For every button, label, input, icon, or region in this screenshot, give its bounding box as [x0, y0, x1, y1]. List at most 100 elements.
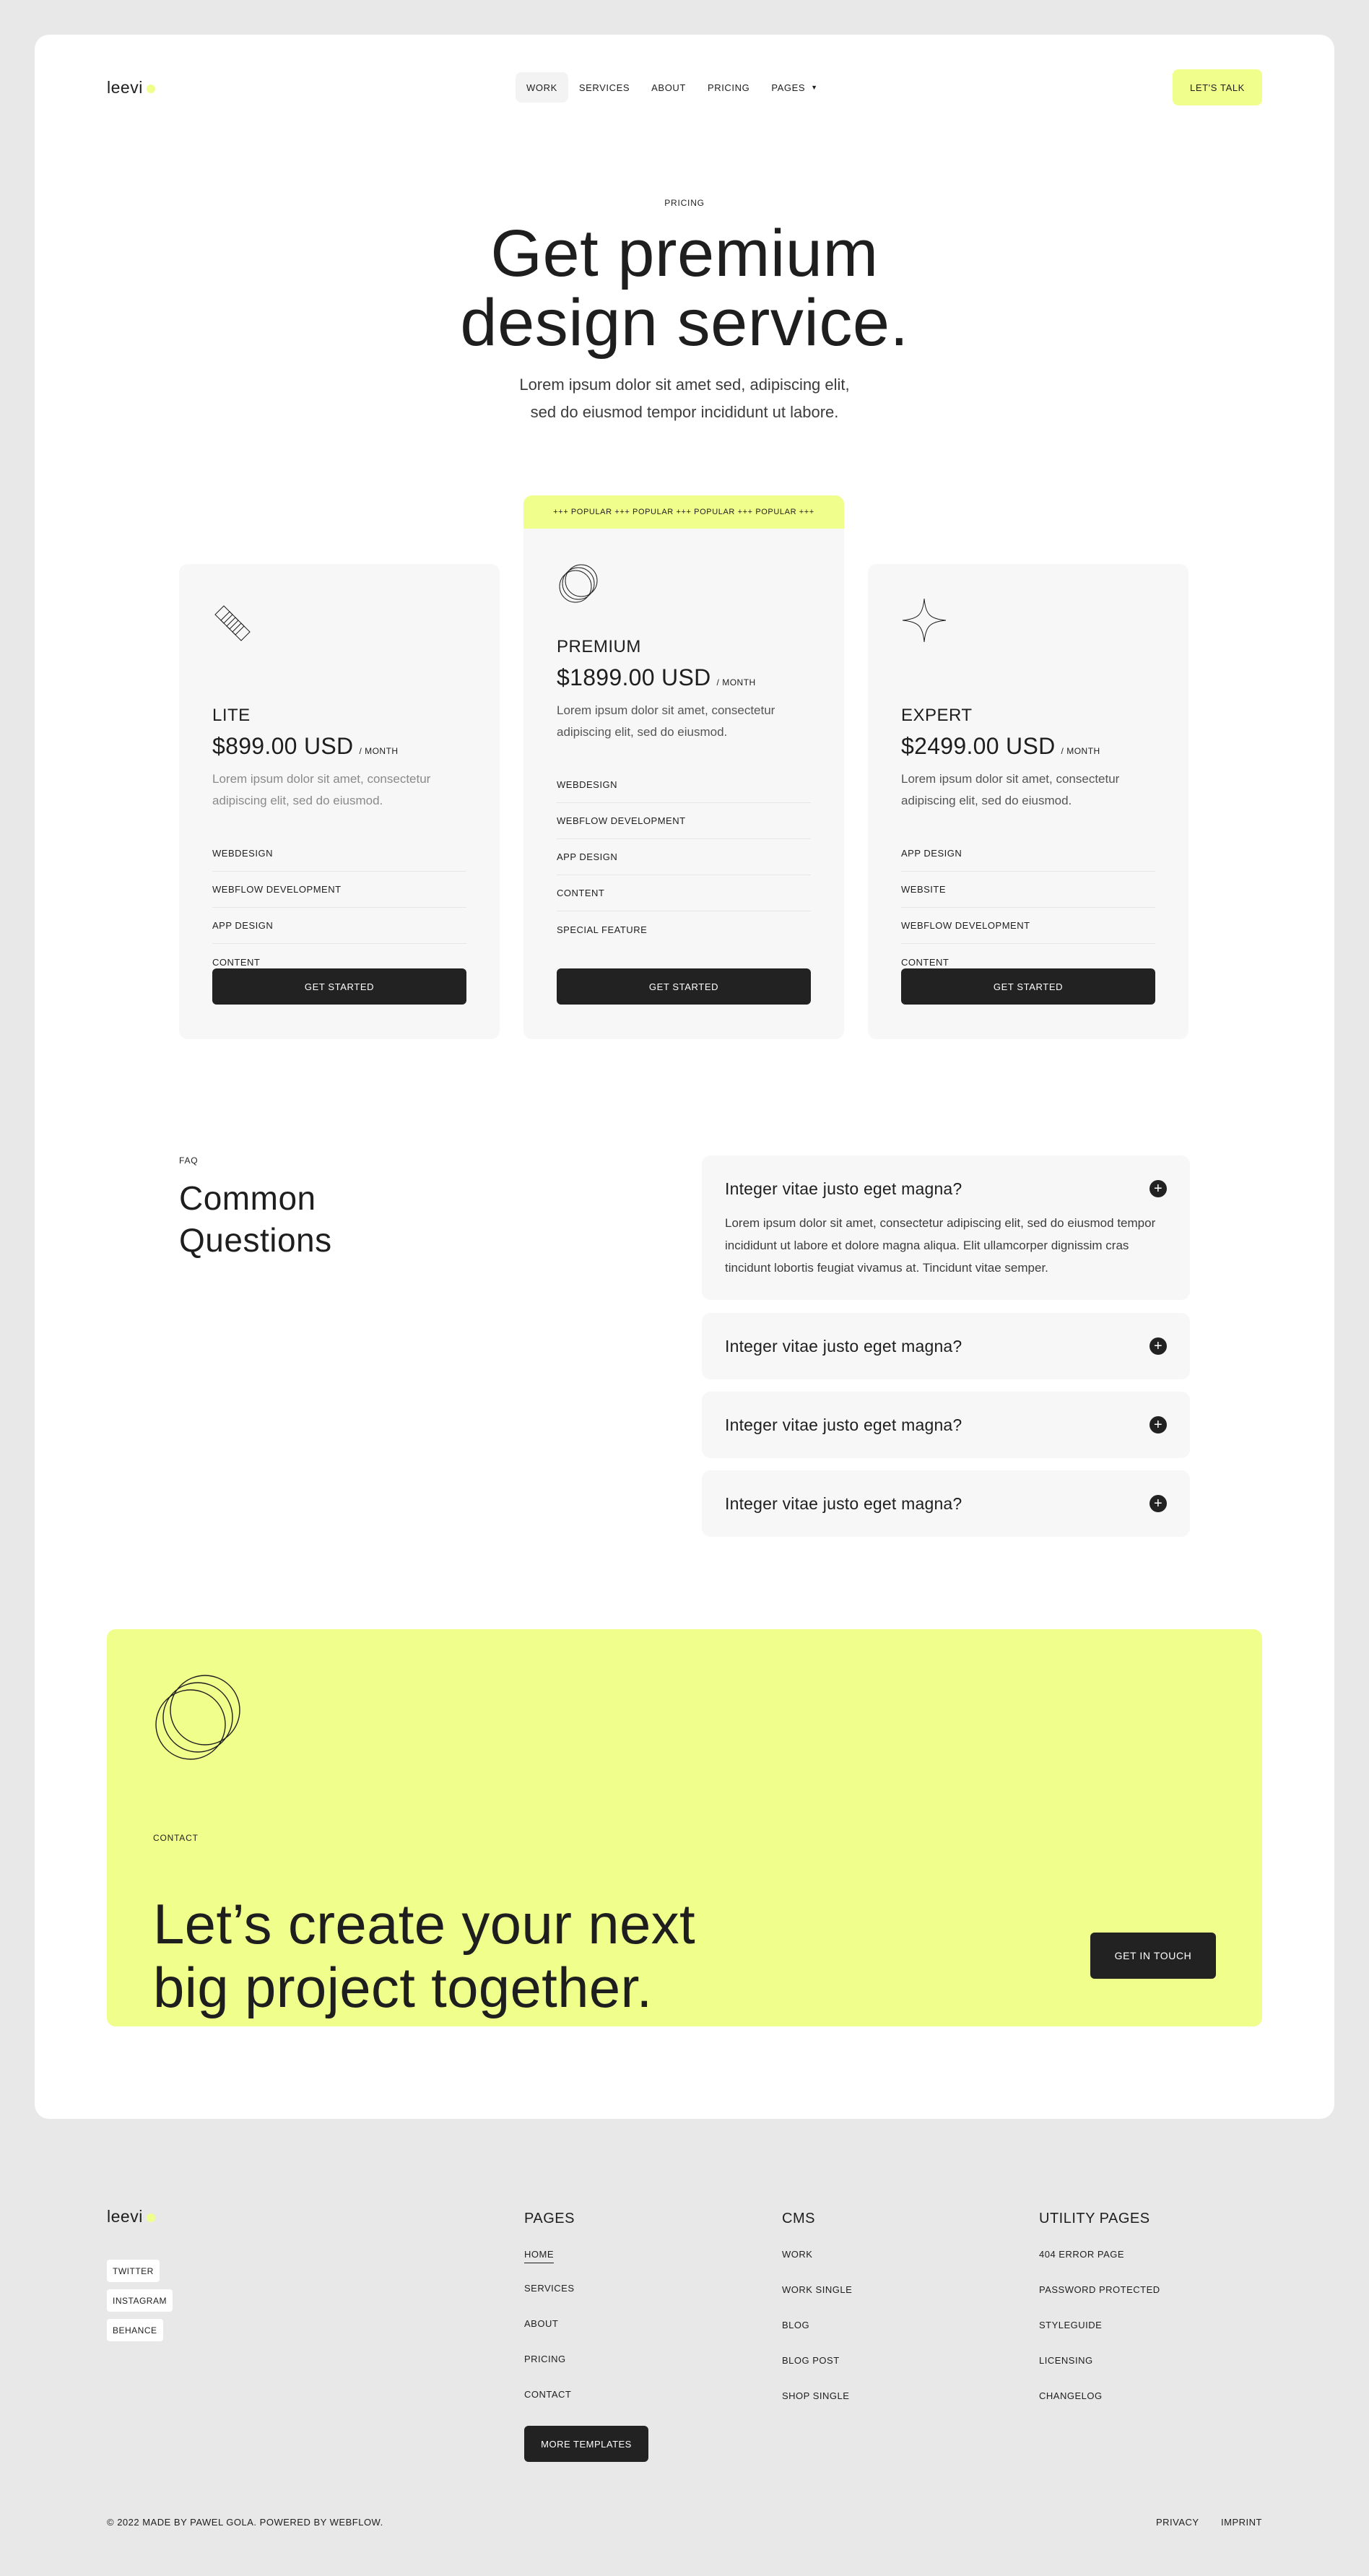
footer-link-pricing[interactable]: PRICING — [524, 2354, 566, 2364]
logo-dot-icon — [146, 2213, 155, 2222]
faq-question: Integer vitae justo eget magna? — [725, 1336, 962, 1356]
faq-title-line-2: Questions — [179, 1221, 332, 1259]
logo[interactable]: leevi — [107, 78, 155, 97]
hero-eyebrow: PRICING — [664, 198, 705, 208]
faq-title-line-1: Common — [179, 1179, 316, 1217]
nav-item-work[interactable]: WORK — [516, 72, 568, 103]
footer-link-about[interactable]: ABOUT — [524, 2318, 558, 2329]
plan-price-amount: $1899.00 USD — [557, 664, 711, 690]
faq-title: Common Questions — [179, 1177, 332, 1261]
page-sheet: leevi WORK SERVICES ABOUT PRICING PAGES … — [35, 35, 1334, 2119]
overlapping-circles-icon — [155, 1675, 240, 1760]
footer-link-404[interactable]: 404 ERROR PAGE — [1039, 2249, 1124, 2260]
stacked-squares-icon — [214, 605, 251, 641]
plan-feature: WEBDESIGN — [212, 836, 466, 872]
social-link-instagram[interactable]: INSTAGRAM — [107, 2289, 173, 2312]
plan-price: $1899.00 USD / MONTH — [557, 664, 756, 691]
footer-link-shop-single[interactable]: SHOP SINGLE — [782, 2390, 849, 2401]
contact-cta-panel: CONTACT Let’s create your next big proje… — [107, 1629, 1262, 2026]
plan-name: PREMIUM — [557, 637, 641, 656]
faq-answer: Lorem ipsum dolor sit amet, consectetur … — [725, 1216, 1156, 1275]
plan-description: Lorem ipsum dolor sit amet, consectetur … — [557, 703, 775, 739]
plan-features: WEBDESIGN WEBFLOW DEVELOPMENT APP DESIGN… — [212, 836, 466, 980]
plus-icon[interactable]: + — [1149, 1495, 1167, 1512]
lets-talk-button[interactable]: LET'S TALK — [1173, 69, 1262, 105]
faq-question-row: Integer vitae justo eget magna? + — [725, 1392, 1167, 1458]
footer-link-blog[interactable]: BLOG — [782, 2320, 809, 2330]
faq-question: Integer vitae justo eget magna? — [725, 1493, 962, 1513]
plan-feature: WEBFLOW DEVELOPMENT — [212, 872, 466, 908]
copyright-text: © 2022 MADE BY PAWEL GOLA. POWERED BY WE… — [107, 2517, 383, 2528]
cta-title-line-2: big project together. — [153, 1956, 653, 2019]
plan-price-period: / MONTH — [1061, 746, 1100, 756]
nav-item-pages-label: PAGES — [771, 82, 806, 93]
faq-item[interactable]: Integer vitae justo eget magna? + — [702, 1313, 1190, 1379]
plan-features: WEBDESIGN WEBFLOW DEVELOPMENT APP DESIGN… — [557, 767, 811, 947]
footer-link-home[interactable]: HOME — [524, 2249, 554, 2263]
plus-icon[interactable]: + — [1149, 1180, 1167, 1197]
plan-feature: WEBFLOW DEVELOPMENT — [901, 908, 1155, 944]
hero-subtitle-line-2: sed do eiusmod tempor incididunt ut labo… — [530, 403, 839, 421]
plan-price-amount: $2499.00 USD — [901, 733, 1056, 759]
footer-link-blog-post[interactable]: BLOG POST — [782, 2355, 840, 2366]
plan-feature: SPECIAL FEATURE — [557, 924, 648, 935]
plan-feature: APP DESIGN — [212, 908, 466, 944]
hero-title-line-2: design service. — [460, 286, 909, 360]
overlapping-circles-icon — [559, 564, 598, 603]
chevron-down-icon: ▼ — [811, 84, 818, 91]
main-nav: WORK SERVICES ABOUT PRICING PAGES ▼ — [516, 72, 829, 103]
footer-link-work[interactable]: WORK — [782, 2249, 812, 2260]
plan-description: Lorem ipsum dolor sit amet, consectetur … — [901, 772, 1120, 807]
cta-title-line-1: Let’s create your next — [153, 1892, 695, 1956]
logo-text: leevi — [107, 78, 143, 97]
get-started-button-lite[interactable]: GET STARTED — [212, 968, 466, 1005]
plan-price-period: / MONTH — [359, 746, 399, 756]
faq-eyebrow: FAQ — [179, 1155, 199, 1166]
plan-description: Lorem ipsum dolor sit amet, consectetur … — [212, 772, 431, 807]
get-in-touch-button[interactable]: GET IN TOUCH — [1090, 1933, 1216, 1979]
faq-question: Integer vitae justo eget magna? — [725, 1179, 962, 1198]
plan-price: $2499.00 USD / MONTH — [901, 733, 1100, 760]
footer-link-licensing[interactable]: LICENSING — [1039, 2355, 1093, 2366]
footer-link-services[interactable]: SERVICES — [524, 2283, 575, 2294]
nav-item-pages[interactable]: PAGES ▼ — [760, 72, 828, 103]
plus-icon[interactable]: + — [1149, 1337, 1167, 1355]
footer-logo[interactable]: leevi — [107, 2207, 155, 2226]
plan-price-period: / MONTH — [716, 677, 756, 688]
plan-features: APP DESIGN WEBSITE WEBFLOW DEVELOPMENT C… — [901, 836, 1155, 980]
faq-question-row: Integer vitae justo eget magna? + — [725, 1470, 1167, 1537]
faq-item[interactable]: Integer vitae justo eget magna? + — [702, 1470, 1190, 1537]
faq-question: Integer vitae justo eget magna? — [725, 1415, 962, 1434]
footer-link-work-single[interactable]: WORK SINGLE — [782, 2284, 852, 2295]
social-link-behance[interactable]: BEHANCE — [107, 2319, 163, 2341]
faq-question-row: Integer vitae justo eget magna? + — [725, 1313, 1167, 1379]
footer-link-privacy[interactable]: PRIVACY — [1156, 2517, 1199, 2528]
faq-item-open[interactable]: Integer vitae justo eget magna? + Lorem … — [702, 1155, 1190, 1300]
plan-name: EXPERT — [901, 706, 973, 725]
plan-price: $899.00 USD / MONTH — [212, 733, 399, 760]
pricing-card-expert: EXPERT $2499.00 USD / MONTH Lorem ipsum … — [868, 564, 1188, 1039]
social-link-twitter[interactable]: TWITTER — [107, 2260, 160, 2282]
nav-item-pricing[interactable]: PRICING — [697, 72, 760, 103]
footer-column-title-pages: PAGES — [524, 2211, 575, 2226]
nav-item-services[interactable]: SERVICES — [568, 72, 640, 103]
plus-icon[interactable]: + — [1149, 1416, 1167, 1434]
plan-feature: APP DESIGN — [557, 839, 811, 875]
footer-column-title-cms: CMS — [782, 2211, 815, 2226]
footer-link-changelog[interactable]: CHANGELOG — [1039, 2390, 1103, 2401]
more-templates-button[interactable]: MORE TEMPLATES — [524, 2426, 648, 2462]
footer-link-imprint[interactable]: IMPRINT — [1221, 2517, 1262, 2528]
plan-feature: APP DESIGN — [901, 836, 1155, 872]
hero-subtitle: Lorem ipsum dolor sit amet sed, adipisci… — [35, 371, 1334, 426]
footer-link-styleguide[interactable]: STYLEGUIDE — [1039, 2320, 1102, 2330]
four-point-star-icon — [902, 598, 947, 643]
footer-link-password-protected[interactable]: PASSWORD PROTECTED — [1039, 2284, 1160, 2295]
get-started-button-expert[interactable]: GET STARTED — [901, 968, 1155, 1005]
faq-item[interactable]: Integer vitae justo eget magna? + — [702, 1392, 1190, 1458]
nav-item-about[interactable]: ABOUT — [640, 72, 697, 103]
plan-feature: WEBFLOW DEVELOPMENT — [557, 803, 811, 839]
get-started-button-premium[interactable]: GET STARTED — [557, 968, 811, 1005]
popular-banner: +++ POPULAR +++ POPULAR +++ POPULAR +++ … — [523, 495, 844, 529]
footer-link-contact[interactable]: CONTACT — [524, 2389, 571, 2400]
footer-column-title-utility: UTILITY PAGES — [1039, 2211, 1150, 2226]
